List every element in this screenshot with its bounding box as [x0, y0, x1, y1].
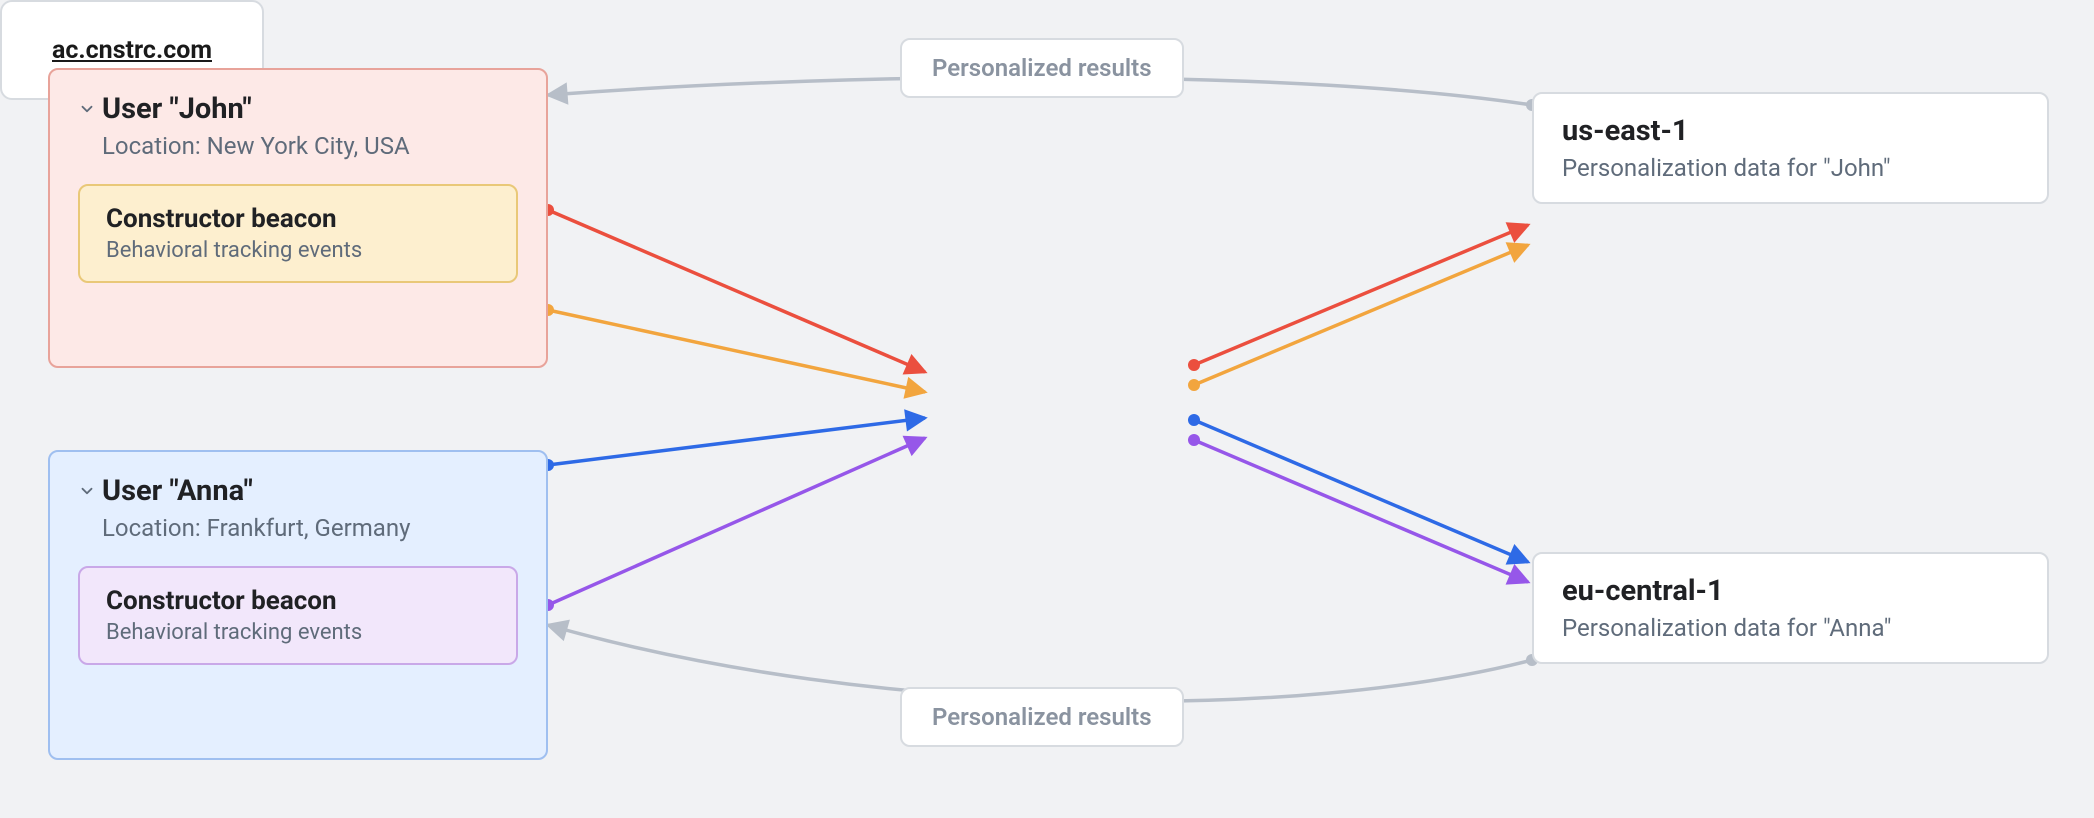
- beacon-node-anna: Constructor beacon Behavioral tracking e…: [78, 566, 518, 665]
- region-node-eu: eu-central-1 Personalization data for "A…: [1532, 552, 2049, 664]
- chevron-down-icon[interactable]: [78, 100, 96, 118]
- region-subtitle: Personalization data for "Anna": [1562, 614, 2019, 642]
- user-location: Location: Frankfurt, Germany: [102, 514, 518, 542]
- central-service-label[interactable]: ac.cnstrc.com: [52, 36, 212, 65]
- user-node-anna: User "Anna" Location: Frankfurt, Germany…: [48, 450, 548, 760]
- user-node-john: User "John" Location: New York City, USA…: [48, 68, 548, 368]
- region-subtitle: Personalization data for "John": [1562, 154, 2019, 182]
- edge-label-text: Personalized results: [932, 54, 1152, 82]
- user-title: User "Anna": [102, 474, 253, 508]
- user-location: Location: New York City, USA: [102, 132, 518, 160]
- region-title: eu-central-1: [1562, 574, 2019, 608]
- beacon-subtitle: Behavioral tracking events: [106, 238, 490, 263]
- beacon-subtitle: Behavioral tracking events: [106, 620, 490, 645]
- beacon-title: Constructor beacon: [106, 204, 490, 234]
- user-title: User "John": [102, 92, 252, 126]
- edge-label-top: Personalized results: [900, 38, 1184, 98]
- beacon-node-john: Constructor beacon Behavioral tracking e…: [78, 184, 518, 283]
- region-node-us: us-east-1 Personalization data for "John…: [1532, 92, 2049, 204]
- edge-label-bottom: Personalized results: [900, 687, 1184, 747]
- beacon-title: Constructor beacon: [106, 586, 490, 616]
- edge-label-text: Personalized results: [932, 703, 1152, 731]
- chevron-down-icon[interactable]: [78, 482, 96, 500]
- region-title: us-east-1: [1562, 114, 2019, 148]
